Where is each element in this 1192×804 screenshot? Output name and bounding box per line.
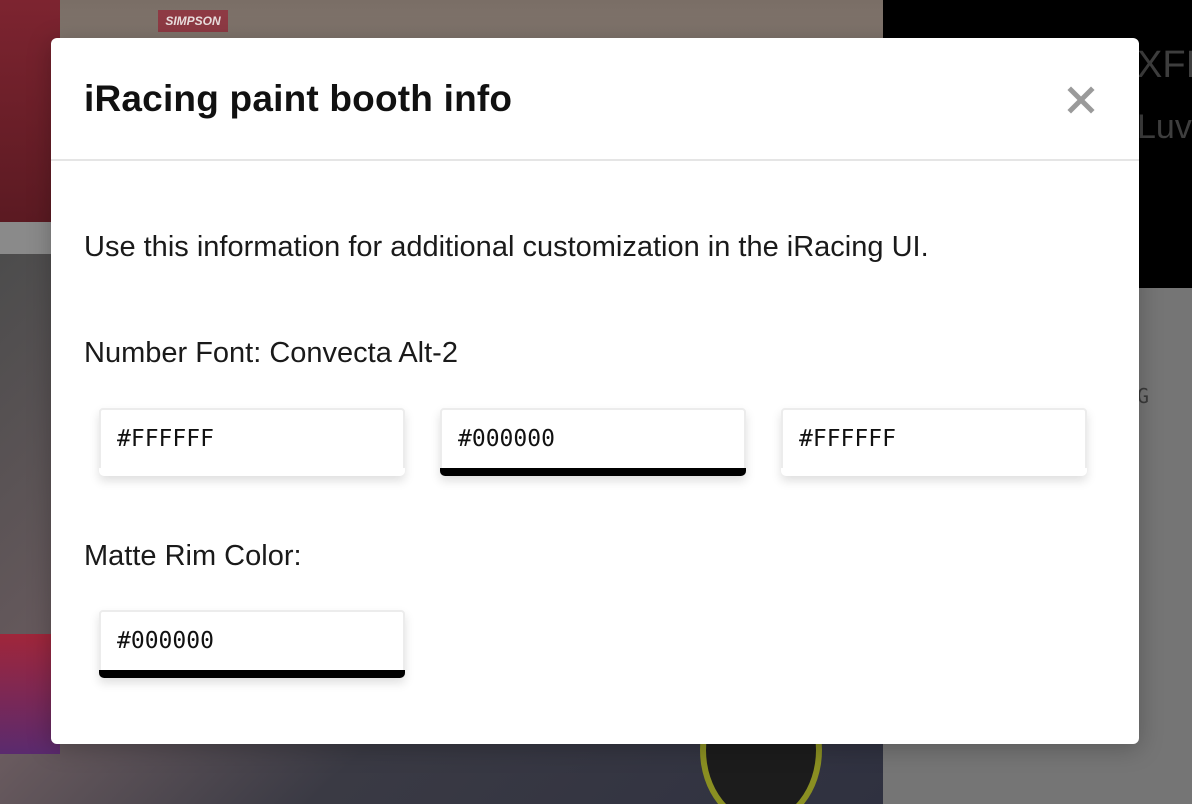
modal-title: iRacing paint booth info — [84, 78, 513, 119]
modal-body: Use this information for additional cust… — [51, 161, 1139, 744]
color-hex-value: #FFFFFF — [117, 426, 214, 452]
sponsor-decal: SIMPSON — [158, 10, 228, 32]
matte-rim-color-field[interactable]: #000000 — [99, 610, 405, 678]
number-font-label: Number Font: Convecta Alt-2 — [84, 337, 458, 369]
matte-rim-label: Matte Rim Color: — [84, 540, 302, 572]
number-color-field-2[interactable]: #000000 — [440, 408, 746, 476]
close-button[interactable] — [1063, 82, 1099, 118]
intro-text: Use this information for additional cust… — [84, 231, 929, 263]
color-hex-value: #FFFFFF — [799, 426, 896, 452]
background-text: XFI — [1137, 44, 1192, 86]
number-color-field-1[interactable]: #FFFFFF — [99, 408, 405, 476]
color-swatch-bar — [440, 468, 746, 476]
color-hex-value: #000000 — [117, 628, 214, 654]
color-swatch-bar — [99, 670, 405, 678]
color-swatch-bar — [99, 468, 405, 476]
background-text: Luv — [1137, 108, 1192, 146]
number-color-field-3[interactable]: #FFFFFF — [781, 408, 1087, 476]
modal-header: iRacing paint booth info — [51, 38, 1139, 161]
color-swatch-bar — [781, 468, 1087, 476]
close-icon — [1067, 86, 1095, 114]
color-hex-value: #000000 — [458, 426, 555, 452]
paint-booth-info-modal: iRacing paint booth info Use this inform… — [51, 38, 1139, 744]
